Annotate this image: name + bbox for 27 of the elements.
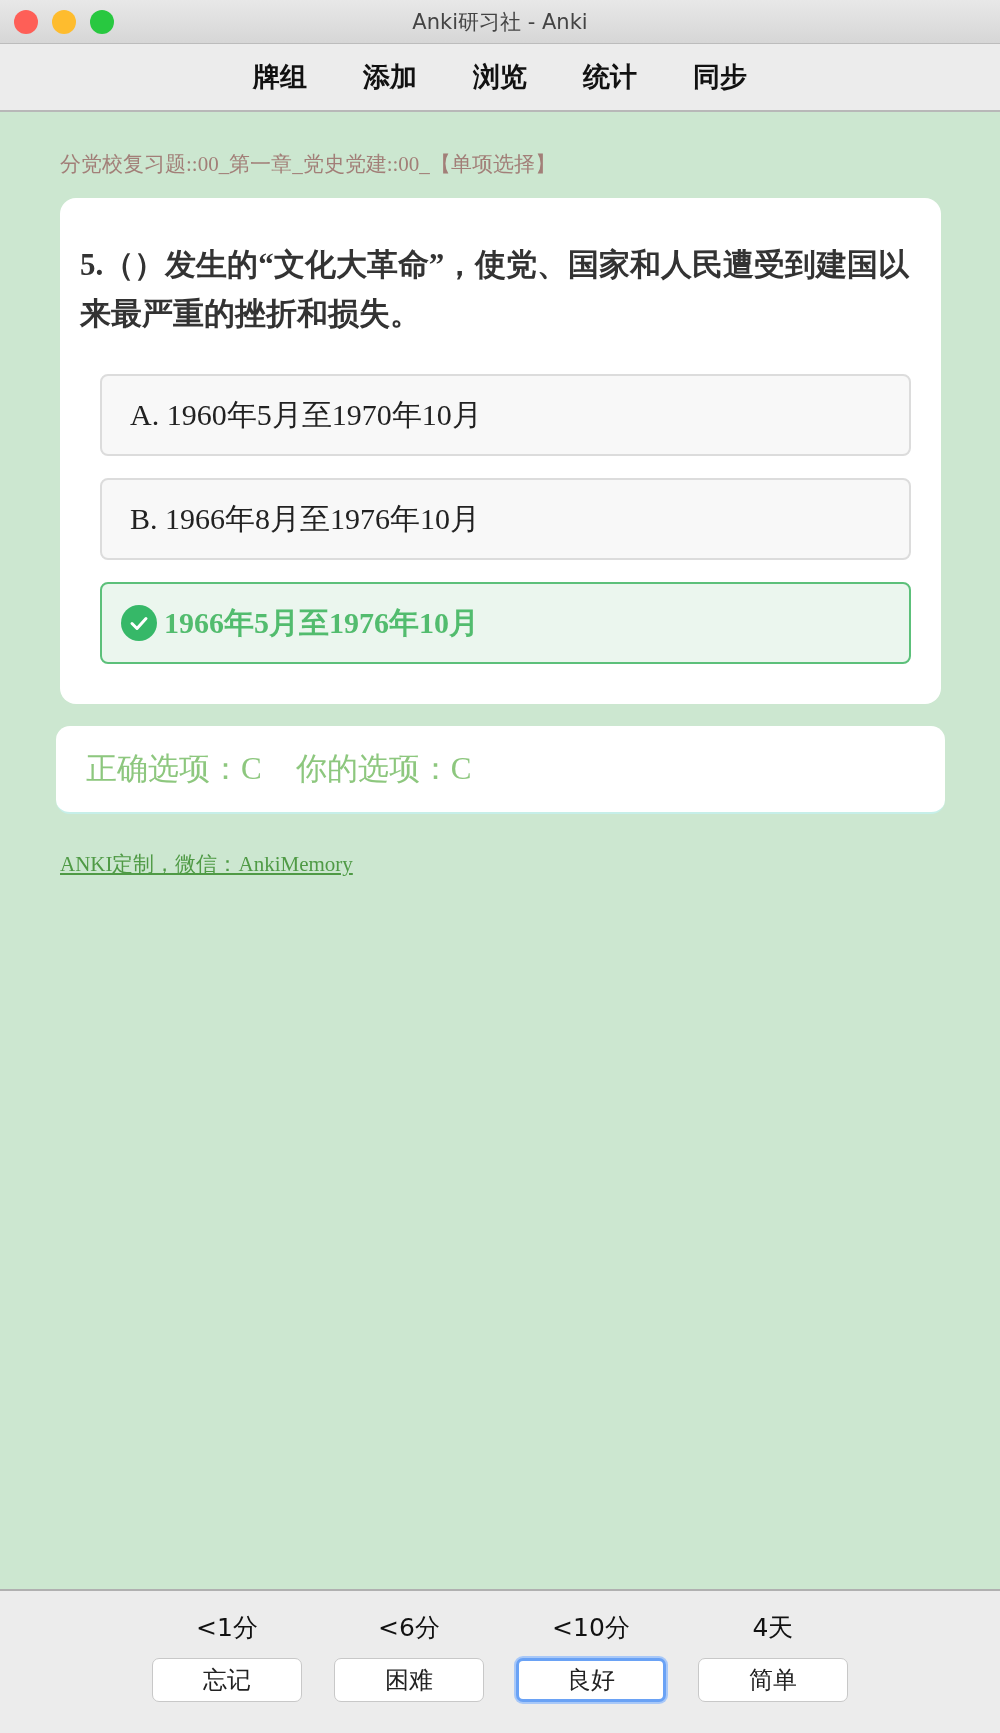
ease-button[interactable]: 困难 (334, 1658, 484, 1702)
toolbar-item[interactable]: 添加 (363, 59, 417, 95)
deck-path: 分党校复习题::00_第一章_党史党建::00_【单项选择】 (60, 151, 557, 178)
toolbar-item[interactable]: 同步 (693, 59, 747, 95)
answer-option[interactable]: A. 1960年5月至1970年10月 (100, 374, 911, 456)
ease-button[interactable]: 忘记 (152, 1658, 302, 1702)
answer-option[interactable]: B. 1966年8月至1976年10月 (100, 478, 911, 560)
ease-button[interactable]: 良好 (516, 1658, 666, 1702)
toolbar-item[interactable]: 牌组 (253, 59, 307, 95)
option-text: B. 1966年8月至1976年10月 (130, 500, 480, 537)
correct-answer: 正确选项：C (86, 750, 262, 788)
maximize-icon[interactable] (90, 10, 114, 34)
interval-label: <6分 (378, 1612, 440, 1644)
option-text: 1966年5月至1976年10月 (164, 604, 479, 641)
your-answer: 你的选项：C (295, 750, 472, 788)
question-text: 5.（）发生的“文化大革命”，使党、国家和人民遭受到建国以来最严重的挫折和损失。 (80, 246, 911, 333)
interval-label: <1分 (196, 1612, 258, 1644)
close-icon[interactable] (14, 10, 38, 34)
check-icon (120, 604, 158, 642)
ease-button[interactable]: 简单 (698, 1658, 848, 1702)
minimize-icon[interactable] (52, 10, 76, 34)
interval-label: <10分 (552, 1612, 630, 1644)
toolbar-item[interactable]: 浏览 (473, 59, 527, 95)
toolbar-item[interactable]: 统计 (583, 59, 637, 95)
interval-label: 4天 (752, 1612, 794, 1644)
option-text: A. 1960年5月至1970年10月 (130, 396, 482, 433)
window-title: Anki研习社 - Anki (412, 8, 588, 36)
